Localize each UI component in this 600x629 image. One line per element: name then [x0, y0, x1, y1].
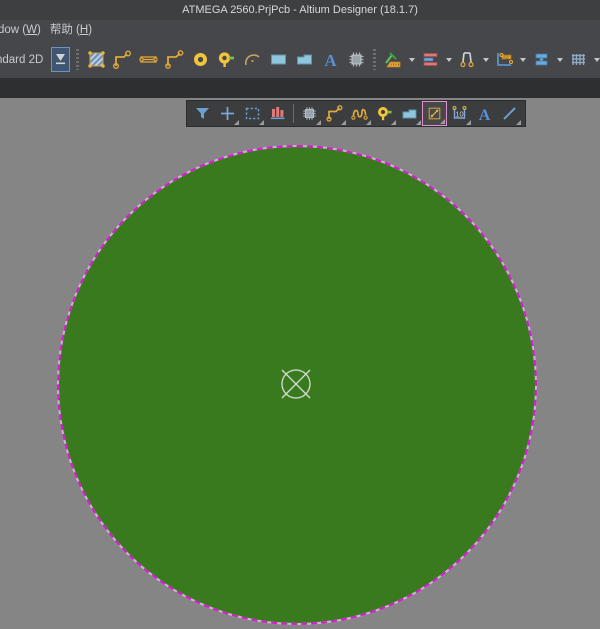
hatched-polygon-icon: [88, 51, 105, 68]
place-arc-button[interactable]: [239, 47, 265, 73]
dropdown-corner-indicator: [516, 120, 521, 125]
place-component-tool-button[interactable]: [297, 101, 322, 126]
place-track-tool-button[interactable]: [322, 101, 347, 126]
pad-icon: [218, 52, 234, 67]
place-region-tool-button[interactable]: [397, 101, 422, 126]
align-tool-button[interactable]: [265, 101, 290, 126]
menu-item-help-label: 帮助: [49, 24, 73, 36]
layer-sets-dropdown-arrow[interactable]: [554, 47, 565, 73]
toolbar-mode-label: ndard 2D: [0, 53, 44, 66]
svg-text:A: A: [324, 51, 337, 69]
board-shape-button[interactable]: [491, 47, 517, 73]
funnel-icon: [196, 108, 209, 119]
menubar: dow (W) 帮助 (H): [0, 20, 600, 41]
place-region-button[interactable]: [291, 47, 317, 73]
place-dimension-button[interactable]: [135, 47, 161, 73]
via-icon: [193, 53, 207, 66]
place-meander-tool-button[interactable]: [347, 101, 372, 126]
floating-toolbar-separator: [293, 104, 294, 123]
place-pad-tool-button[interactable]: [372, 101, 397, 126]
board-shape-icon: [496, 53, 513, 66]
place-dimension-tool-button[interactable]: [422, 101, 447, 126]
crosshair-tool-button[interactable]: [215, 101, 240, 126]
dimension-icon: [139, 56, 158, 63]
place-line-tool-button[interactable]: [497, 101, 522, 126]
place-component-button[interactable]: [343, 47, 369, 73]
align-bars-icon: [271, 107, 285, 120]
text-a-icon: A: [324, 51, 337, 69]
layer-sets-button[interactable]: [528, 47, 554, 73]
svg-text:10: 10: [455, 110, 463, 119]
grid-settings-dropdown-arrow[interactable]: [591, 47, 600, 73]
dropdown-corner-indicator: [366, 120, 371, 125]
place-coordinate-tool-button[interactable]: 10: [447, 101, 472, 126]
dropdown-corner-indicator: [416, 120, 421, 125]
dropdown-corner-indicator: [466, 120, 471, 125]
menu-item-help-accel: H: [79, 24, 89, 36]
measure-distance-button[interactable]: [454, 47, 480, 73]
place-string-tool-button[interactable]: A: [472, 101, 497, 126]
filter-tool-button[interactable]: [190, 101, 215, 126]
grid-icon: [571, 54, 585, 65]
place-fill-button[interactable]: [265, 47, 291, 73]
design-rule-check-button[interactable]: [380, 47, 406, 73]
dropdown-corner-indicator: [316, 120, 321, 125]
arc-icon: [244, 54, 260, 66]
dropdown-corner-indicator: [234, 120, 239, 125]
origin-marker-circle-with-x-icon: [281, 369, 311, 399]
place-track-button[interactable]: [109, 47, 135, 73]
measure-icon: [460, 52, 474, 68]
layer-dropdown-button[interactable]: [51, 47, 71, 72]
svg-text:A: A: [479, 107, 491, 122]
place-polygon-pour-button[interactable]: [83, 47, 109, 73]
align-objects-dropdown-arrow[interactable]: [443, 47, 454, 73]
route-net-icon: [164, 50, 184, 69]
menu-item-window-accel: W: [26, 24, 37, 36]
interactive-route-button[interactable]: [161, 47, 187, 73]
window-title: ATMEGA 2560.PrjPcb - Altium Designer (18…: [182, 4, 418, 16]
fill-rect-icon: [270, 54, 286, 65]
dropdown-corner-indicator: [259, 120, 264, 125]
measure-distance-dropdown-arrow[interactable]: [480, 47, 491, 73]
pcb-canvas[interactable]: 志 博 教 育 www.zhpcb.com https://blog.csdn.…: [0, 98, 600, 629]
grid-settings-button[interactable]: [565, 47, 591, 73]
layer-switch-icon: [535, 53, 548, 66]
design-rule-check-dropdown-arrow[interactable]: [406, 47, 417, 73]
pcb-placement-floating-toolbar: 10 A: [186, 100, 526, 127]
align-objects-button[interactable]: [417, 47, 443, 73]
menu-item-window[interactable]: dow (W): [0, 20, 50, 41]
rule-check-icon: [385, 52, 401, 68]
dropdown-corner-indicator: [391, 120, 396, 125]
align-icon: [423, 53, 438, 66]
place-pad-button[interactable]: [213, 47, 239, 73]
menu-item-window-label: dow: [0, 24, 20, 36]
place-via-button[interactable]: [187, 47, 213, 73]
chevron-down-icon: [56, 54, 66, 65]
window-titlebar: ATMEGA 2560.PrjPcb - Altium Designer (18…: [0, 0, 600, 20]
region-icon: [296, 54, 312, 65]
toolbar-separator-2: [373, 49, 377, 70]
text-a-icon: A: [479, 107, 491, 122]
toolbar-separator-1: [76, 49, 80, 70]
main-toolbar: ndard 2D A: [0, 41, 600, 78]
dropdown-corner-indicator: [341, 120, 346, 125]
menu-item-help[interactable]: 帮助 (H): [50, 20, 101, 41]
component-chip-icon: [349, 52, 364, 67]
track-route-icon: [112, 50, 131, 69]
place-string-button[interactable]: A: [317, 47, 343, 73]
dropdown-corner-indicator: [440, 119, 445, 124]
select-area-tool-button[interactable]: [240, 101, 265, 126]
board-shape-dropdown-arrow[interactable]: [517, 47, 528, 73]
toolbar-underlay-strip: [0, 78, 600, 98]
